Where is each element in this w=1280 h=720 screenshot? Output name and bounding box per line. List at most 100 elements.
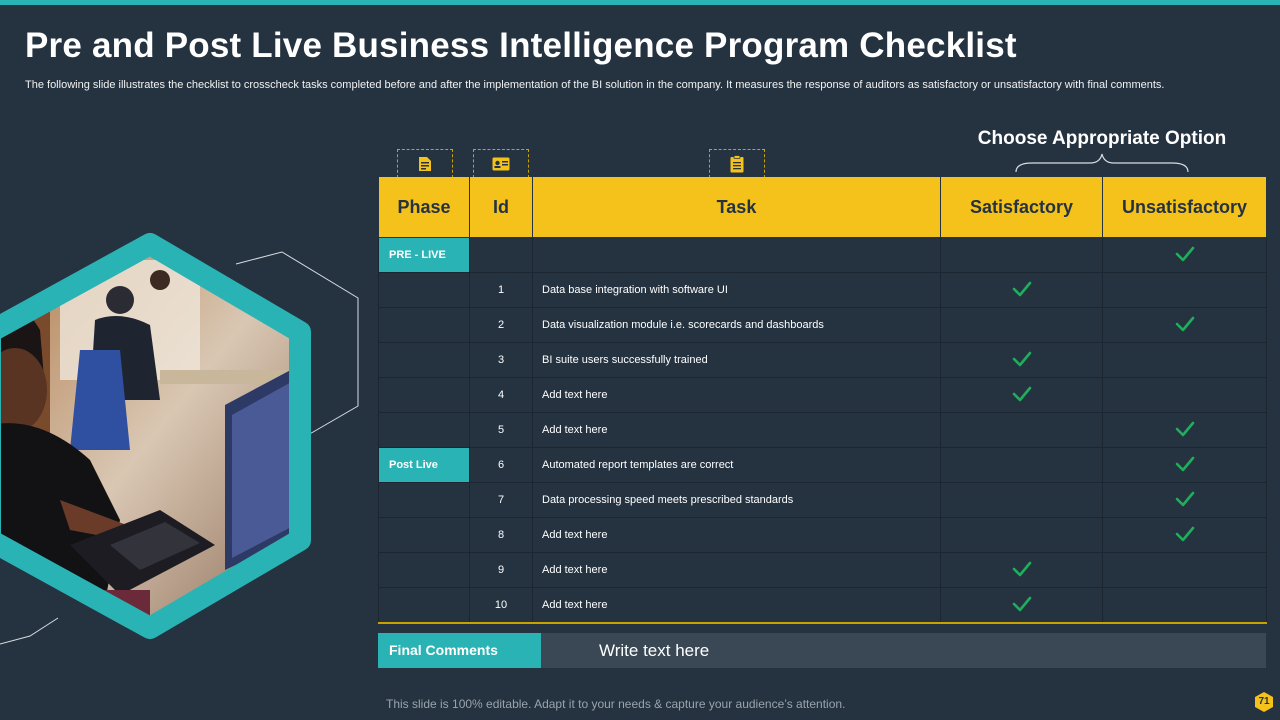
- table-row: 1 Data base integration with software UI: [378, 272, 1267, 308]
- checkmark-icon: [1012, 281, 1032, 300]
- table-row: 7 Data processing speed meets prescribed …: [378, 482, 1267, 518]
- id-cell: [469, 237, 533, 273]
- header-unsatisfactory: Unsatisfactory: [1102, 177, 1267, 238]
- phase-cell: [378, 552, 470, 588]
- checkmark-icon: [1175, 491, 1195, 510]
- satisfactory-cell[interactable]: [940, 447, 1103, 483]
- table-row: Post Live 6 Automated report templates are…: [378, 447, 1267, 483]
- page-subtitle: The following slide illustrates the chec…: [25, 79, 1165, 91]
- phase-cell: [378, 412, 470, 448]
- final-comments-row: Final Comments Write text here: [378, 633, 1266, 668]
- task-cell: BI suite users successfully trained: [532, 342, 941, 378]
- table-row: 3 BI suite users successfully trained: [378, 342, 1267, 378]
- id-cell: 4: [469, 377, 533, 413]
- satisfactory-cell[interactable]: [940, 307, 1103, 343]
- task-cell: Automated report templates are correct: [532, 447, 941, 483]
- satisfactory-cell[interactable]: [940, 272, 1103, 308]
- task-cell: [532, 237, 941, 273]
- task-header-icon-box: [709, 149, 765, 178]
- document-icon: [419, 157, 431, 171]
- unsatisfactory-cell[interactable]: [1102, 447, 1267, 483]
- id-card-icon: [492, 157, 510, 171]
- id-cell: 10: [469, 587, 533, 624]
- final-comments-text[interactable]: Write text here: [541, 633, 1266, 668]
- phase-cell: [378, 482, 470, 518]
- phase-cell: [378, 517, 470, 553]
- task-cell: Add text here: [532, 552, 941, 588]
- satisfactory-cell[interactable]: [940, 482, 1103, 518]
- table-row: PRE - LIVE: [378, 237, 1267, 273]
- id-cell: 3: [469, 342, 533, 378]
- unsatisfactory-cell[interactable]: [1102, 587, 1267, 624]
- table-row: 8 Add text here: [378, 517, 1267, 553]
- top-accent-bar: [0, 0, 1280, 5]
- id-cell: 1: [469, 272, 533, 308]
- header-task: Task: [532, 177, 941, 238]
- task-cell: Add text here: [532, 412, 941, 448]
- satisfactory-cell[interactable]: [940, 552, 1103, 588]
- checklist-table: Phase Id Task Satisfactory Unsatisfactor…: [378, 177, 1267, 624]
- unsatisfactory-cell[interactable]: [1102, 377, 1267, 413]
- task-cell: Add text here: [532, 377, 941, 413]
- task-cell: Data visualization module i.e. scorecard…: [532, 307, 941, 343]
- unsatisfactory-cell[interactable]: [1102, 482, 1267, 518]
- phase-cell: [378, 587, 470, 624]
- id-cell: 8: [469, 517, 533, 553]
- unsatisfactory-cell[interactable]: [1102, 552, 1267, 588]
- task-cell: Data base integration with software UI: [532, 272, 941, 308]
- header-phase: Phase: [378, 177, 470, 238]
- id-cell: 2: [469, 307, 533, 343]
- satisfactory-cell[interactable]: [940, 517, 1103, 553]
- satisfactory-cell[interactable]: [940, 587, 1103, 624]
- footer-note: This slide is 100% editable. Adapt it to…: [386, 697, 846, 711]
- id-cell: 9: [469, 552, 533, 588]
- phase-header-icon-box: [397, 149, 453, 178]
- table-row: 10 Add text here: [378, 587, 1267, 624]
- phase-cell: PRE - LIVE: [378, 237, 470, 273]
- checkmark-icon: [1175, 526, 1195, 545]
- task-cell: Add text here: [532, 517, 941, 553]
- choose-option-label: Choose Appropriate Option: [977, 128, 1227, 149]
- table-row: 5 Add text here: [378, 412, 1267, 448]
- checklist-rows: PRE - LIVE 1 Data base integration with so…: [378, 237, 1267, 624]
- header-satisfactory: Satisfactory: [940, 177, 1103, 238]
- unsatisfactory-cell[interactable]: [1102, 307, 1267, 343]
- phase-cell: Post Live: [378, 447, 470, 483]
- task-cell: Data processing speed meets prescribed s…: [532, 482, 941, 518]
- satisfactory-cell[interactable]: [940, 237, 1103, 273]
- team-photo: [0, 233, 311, 639]
- table-row: 4 Add text here: [378, 377, 1267, 413]
- id-cell: 5: [469, 412, 533, 448]
- unsatisfactory-cell[interactable]: [1102, 272, 1267, 308]
- checkmark-icon: [1175, 316, 1195, 335]
- header-id: Id: [469, 177, 533, 238]
- checkmark-icon: [1175, 456, 1195, 475]
- satisfactory-cell[interactable]: [940, 342, 1103, 378]
- id-header-icon-box: [473, 149, 529, 178]
- id-cell: 6: [469, 447, 533, 483]
- checkmark-icon: [1175, 421, 1195, 440]
- task-cell: Add text here: [532, 587, 941, 624]
- phase-pre-live-label: PRE - LIVE: [379, 238, 470, 272]
- satisfactory-cell[interactable]: [940, 377, 1103, 413]
- id-cell: 7: [469, 482, 533, 518]
- unsatisfactory-cell[interactable]: [1102, 412, 1267, 448]
- unsatisfactory-cell[interactable]: [1102, 237, 1267, 273]
- checkmark-icon: [1012, 561, 1032, 580]
- clipboard-icon: [730, 155, 744, 173]
- unsatisfactory-cell[interactable]: [1102, 342, 1267, 378]
- table-header-row: Phase Id Task Satisfactory Unsatisfactor…: [378, 177, 1267, 238]
- phase-cell: [378, 377, 470, 413]
- checkmark-icon: [1012, 596, 1032, 615]
- phase-cell: [378, 307, 470, 343]
- page-title: Pre and Post Live Business Intelligence …: [25, 26, 1017, 65]
- satisfactory-cell[interactable]: [940, 412, 1103, 448]
- final-comments-label: Final Comments: [378, 633, 541, 668]
- page-number: 71: [1258, 696, 1270, 707]
- checkmark-icon: [1175, 246, 1195, 265]
- option-brace: [1015, 153, 1189, 173]
- phase-post-live-label: Post Live: [379, 448, 470, 482]
- table-row: 2 Data visualization module i.e. scorecar…: [378, 307, 1267, 343]
- phase-cell: [378, 272, 470, 308]
- unsatisfactory-cell[interactable]: [1102, 517, 1267, 553]
